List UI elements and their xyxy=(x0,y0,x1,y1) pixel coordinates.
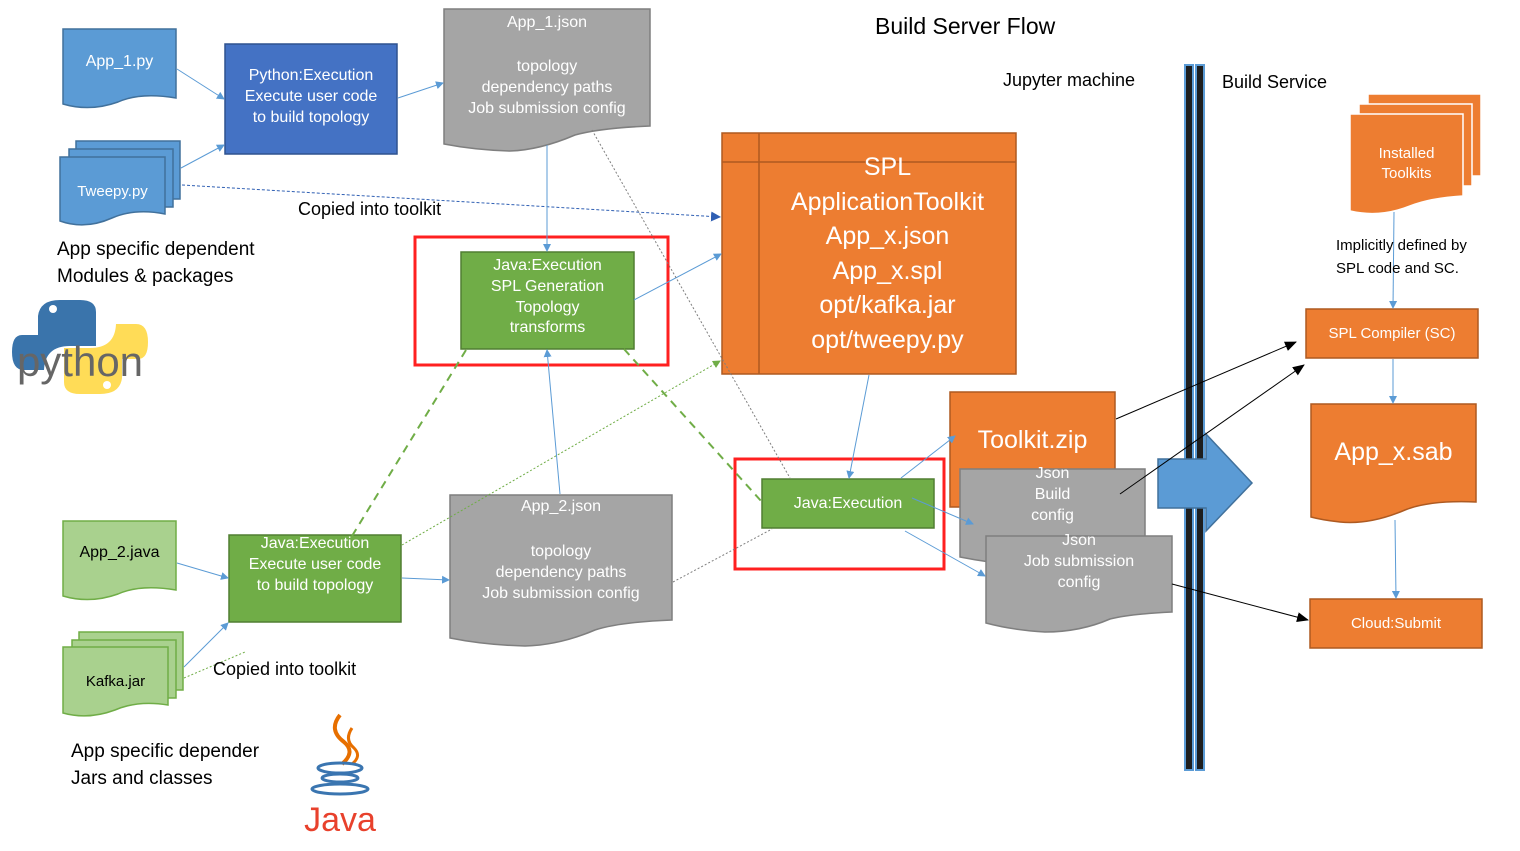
java-execution-box-user[interactable] xyxy=(228,534,402,623)
toolkit-to-java-exec xyxy=(846,374,870,479)
job-config-doc[interactable] xyxy=(985,535,1173,633)
tweepy-to-python-exec xyxy=(180,144,225,169)
tweepy-copied-to-toolkit xyxy=(181,184,721,222)
java-exec-to-app2-json xyxy=(401,575,450,584)
zone-label-jupyter: Jupyter machine xyxy=(1003,70,1136,90)
spl-gen-to-toolkit xyxy=(633,253,722,301)
machine-divider xyxy=(1184,64,1205,771)
java-copied-note: Copied into toolkit xyxy=(213,659,357,679)
spl-compiler-box[interactable] xyxy=(1305,308,1479,359)
zone-label-build-service: Build Service xyxy=(1222,72,1328,92)
python-exec-to-app1-json xyxy=(397,81,444,99)
java-logo-icon: Java xyxy=(304,713,376,839)
spl-toolkit-box[interactable] xyxy=(721,132,1017,375)
app2-json-to-spl-gen xyxy=(543,349,561,495)
toolkit-zip-to-compiler xyxy=(1115,341,1297,420)
spl-generation-box[interactable] xyxy=(460,251,635,350)
kafka-jar-doc-stack[interactable] xyxy=(62,631,184,717)
implicit-note: Implicitly defined by SPL code and SC. xyxy=(1336,237,1467,277)
diagram-title: Build Server Flow xyxy=(875,13,1056,39)
app-sab-doc[interactable] xyxy=(1310,403,1477,524)
java-exec-to-toolkit-zip xyxy=(900,435,956,479)
python-deps-caption: App specific dependent Modules & package… xyxy=(57,239,255,287)
cloud-submit-box[interactable] xyxy=(1309,598,1483,649)
app1-py-doc[interactable] xyxy=(62,28,177,109)
java-logo-text: Java xyxy=(304,801,376,839)
python-execution-box[interactable] xyxy=(224,43,398,155)
app1-to-python-exec xyxy=(176,68,225,100)
tweepy-py-doc-stack[interactable] xyxy=(59,140,181,226)
python-logo-text: python xyxy=(17,338,143,385)
diagram-canvas: python Java xyxy=(12,8,1483,839)
installed-toolkits-stack[interactable] xyxy=(1349,93,1482,215)
sab-to-submit xyxy=(1391,519,1400,599)
app2-json-dotted-to-java-exec xyxy=(672,528,773,583)
java-deps-caption: App specific depender Jars and classes xyxy=(71,741,260,789)
python-logo-icon: python xyxy=(12,300,148,394)
app2-json-doc[interactable] xyxy=(449,494,673,647)
java-exec-to-spl-gen-dashed xyxy=(351,349,467,537)
app2-to-java-exec xyxy=(176,562,229,580)
app1-json-doc[interactable] xyxy=(443,8,651,152)
app2-java-doc[interactable] xyxy=(62,520,177,601)
java-execution-box[interactable] xyxy=(761,478,935,529)
python-copied-note: Copied into toolkit xyxy=(298,199,442,219)
